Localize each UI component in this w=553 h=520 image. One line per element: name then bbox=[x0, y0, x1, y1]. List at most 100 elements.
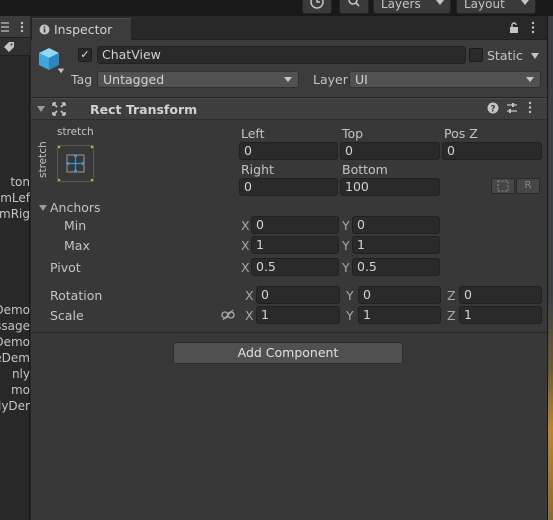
component-divider bbox=[31, 332, 547, 333]
search-icon bbox=[348, 0, 360, 7]
tag-label: Tag bbox=[71, 72, 93, 87]
history-icon bbox=[310, 0, 324, 9]
tab-inspector-label: Inspector bbox=[54, 22, 113, 37]
blueprint-mode-button[interactable] bbox=[491, 178, 515, 194]
list-item[interactable]: omLef bbox=[0, 190, 30, 206]
tag-dropdown[interactable]: Untagged bbox=[97, 71, 299, 88]
inspector-tab-bar: Inspector bbox=[31, 16, 547, 40]
pivot-y-axis-label: Y bbox=[342, 260, 350, 275]
left-label: Left bbox=[241, 126, 265, 141]
rotation-x-axis-label: X bbox=[245, 288, 254, 303]
scale-z-field[interactable]: 1 bbox=[459, 306, 542, 324]
add-component-button[interactable]: Add Component bbox=[173, 342, 403, 364]
blueprint-icon bbox=[497, 180, 509, 192]
posz-field[interactable]: 0 bbox=[442, 142, 542, 160]
scale-label: Scale bbox=[50, 308, 84, 323]
top-toolbar: Layers Layout bbox=[0, 0, 553, 16]
foldout-chevron-icon[interactable] bbox=[37, 106, 45, 112]
max-x-axis-label: X bbox=[241, 238, 250, 253]
min-label: Min bbox=[64, 218, 87, 233]
list-item[interactable]: ton bbox=[0, 174, 30, 190]
anchor-preset-button[interactable] bbox=[57, 145, 94, 182]
max-label: Max bbox=[64, 238, 90, 253]
layer-dropdown[interactable]: UI bbox=[349, 71, 541, 88]
list-item[interactable]: Demo bbox=[0, 334, 30, 350]
static-checkbox[interactable] bbox=[469, 48, 483, 62]
posz-label: Pos Z bbox=[444, 126, 478, 141]
anchor-preset-vertical-label: stretch bbox=[37, 141, 49, 178]
raw-edit-button[interactable]: R bbox=[516, 178, 540, 194]
scale-x-axis-label: X bbox=[245, 308, 254, 323]
list-item[interactable]: eDem bbox=[0, 350, 30, 366]
rotation-x-field[interactable]: 0 bbox=[256, 286, 340, 304]
list-item[interactable]: nly bbox=[0, 366, 30, 382]
layer-label: Layer bbox=[313, 72, 348, 87]
rotation-y-axis-label: Y bbox=[346, 288, 354, 303]
layout-label: Layout bbox=[464, 0, 505, 11]
list-item[interactable]: mo bbox=[0, 382, 30, 398]
list-item[interactable]: lyDer bbox=[0, 398, 30, 414]
pivot-y-field[interactable]: 0.5 bbox=[352, 258, 440, 276]
scale-y-axis-label: Y bbox=[346, 308, 354, 323]
scene-view-edge bbox=[547, 16, 553, 520]
tab-inspector[interactable]: Inspector bbox=[31, 18, 132, 40]
list-item[interactable]: ssage bbox=[0, 318, 30, 334]
kebab-menu-icon[interactable] bbox=[528, 21, 538, 34]
gameobject-name-field[interactable]: ChatView bbox=[97, 46, 466, 64]
pivot-label: Pivot bbox=[50, 260, 81, 275]
scale-z-axis-label: Z bbox=[447, 308, 456, 323]
preset-sliders-icon[interactable] bbox=[506, 102, 518, 114]
layout-dropdown[interactable]: Layout bbox=[456, 0, 536, 14]
pivot-x-field[interactable]: 0.5 bbox=[251, 258, 339, 276]
min-y-axis-label: Y bbox=[342, 218, 350, 233]
hierarchy-tab-header bbox=[0, 16, 30, 38]
rotation-label: Rotation bbox=[50, 288, 103, 303]
left-field[interactable]: 0 bbox=[239, 142, 338, 160]
rotation-z-field[interactable]: 0 bbox=[459, 286, 542, 304]
inspector-panel: Inspector ✓ ChatView Static Tag Untagged… bbox=[31, 16, 547, 520]
list-item[interactable]: Demo bbox=[0, 302, 30, 318]
layers-dropdown[interactable]: Layers bbox=[373, 0, 451, 14]
scale-y-field[interactable]: 1 bbox=[358, 306, 441, 324]
hierarchy-panel: ton omLef omRig Demo ssage Demo eDem nly… bbox=[0, 16, 30, 520]
anchor-stretch-icon bbox=[57, 145, 94, 182]
static-dropdown-chevron-icon[interactable] bbox=[531, 53, 539, 59]
constrain-proportions-link-icon[interactable] bbox=[221, 309, 235, 321]
pivot-x-axis-label: X bbox=[241, 260, 250, 275]
list-item[interactable]: omRig bbox=[0, 206, 30, 222]
rect-transform-header[interactable]: Rect Transform ? bbox=[31, 98, 547, 120]
anchors-label: Anchors bbox=[50, 200, 101, 215]
hierarchy-menu-icon[interactable] bbox=[0, 22, 10, 32]
bottom-field[interactable]: 100 bbox=[340, 178, 440, 196]
active-checkbox[interactable]: ✓ bbox=[78, 48, 92, 62]
gameobject-header: ✓ ChatView Static Tag Untagged Layer UI bbox=[31, 40, 547, 98]
search-button[interactable] bbox=[339, 0, 369, 14]
static-label: Static bbox=[487, 48, 523, 63]
tag-icon[interactable] bbox=[3, 41, 15, 53]
chevron-down-icon bbox=[284, 77, 292, 82]
help-icon[interactable]: ? bbox=[487, 102, 499, 114]
chevron-down-icon bbox=[521, 0, 529, 5]
anchors-foldout-chevron-icon[interactable] bbox=[39, 205, 47, 211]
history-button[interactable] bbox=[302, 0, 332, 14]
icon-picker-chevron-icon[interactable] bbox=[57, 68, 65, 74]
scale-x-field[interactable]: 1 bbox=[256, 306, 340, 324]
right-field[interactable]: 0 bbox=[239, 178, 338, 196]
info-icon bbox=[39, 24, 50, 35]
top-field[interactable]: 0 bbox=[340, 142, 440, 160]
min-y-field[interactable]: 0 bbox=[352, 216, 440, 234]
min-x-axis-label: X bbox=[241, 218, 250, 233]
max-x-field[interactable]: 1 bbox=[251, 236, 339, 254]
chevron-down-icon bbox=[526, 77, 534, 82]
right-label: Right bbox=[241, 162, 274, 177]
lock-icon[interactable] bbox=[508, 21, 520, 34]
min-x-field[interactable]: 0 bbox=[251, 216, 339, 234]
bottom-label: Bottom bbox=[342, 162, 388, 177]
max-y-axis-label: Y bbox=[342, 238, 350, 253]
kebab-menu-icon[interactable] bbox=[525, 101, 535, 114]
kebab-menu-icon[interactable] bbox=[17, 21, 27, 33]
max-y-field[interactable]: 1 bbox=[352, 236, 440, 254]
rotation-y-field[interactable]: 0 bbox=[358, 286, 441, 304]
layers-label: Layers bbox=[381, 0, 421, 11]
rect-transform-icon bbox=[52, 102, 66, 116]
